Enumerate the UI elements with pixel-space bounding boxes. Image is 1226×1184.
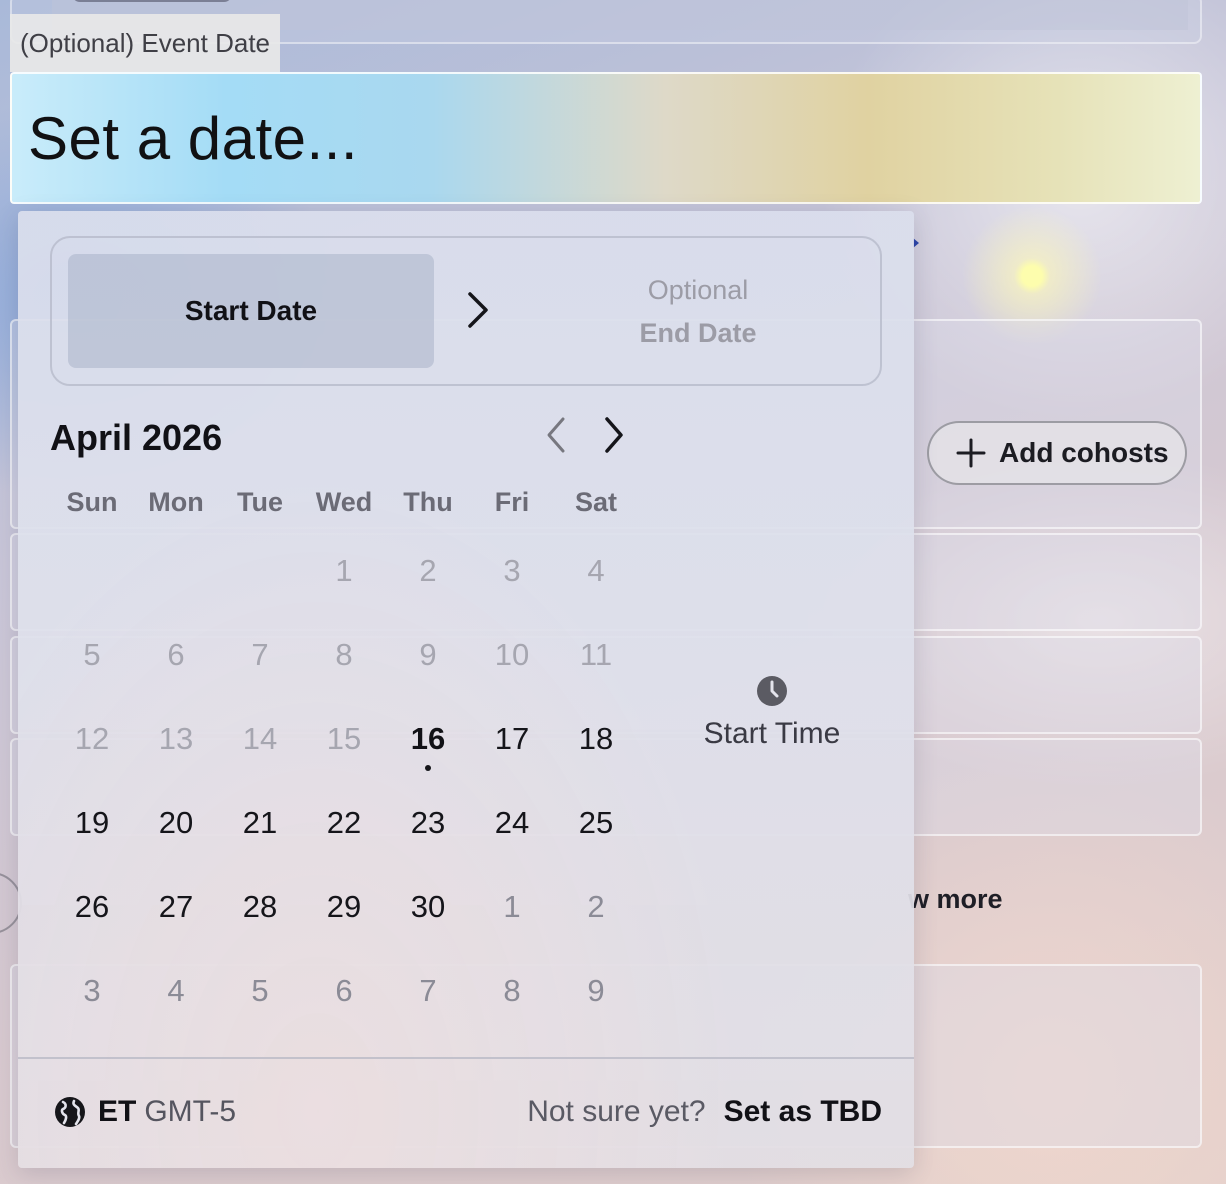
weekday-label: Mon: [148, 487, 204, 517]
calendar-day[interactable]: 26: [50, 865, 134, 949]
calendar-day[interactable]: 27: [134, 865, 218, 949]
timezone-offset: GMT-5: [144, 1095, 237, 1128]
calendar-day-empty: [218, 529, 302, 613]
start-time-label: Start Time: [703, 717, 841, 750]
add-cohosts-label: Add cohosts: [999, 437, 1169, 468]
date-picker-popover: Start Date Optional End Date April 2026 …: [18, 211, 914, 1168]
calendar-day[interactable]: 22: [302, 781, 386, 865]
end-date-label: End Date: [639, 318, 757, 348]
calendar-day: 3: [503, 553, 521, 588]
calendar-day: 12: [74, 721, 110, 756]
end-date-tab[interactable]: Optional End Date: [572, 268, 824, 354]
calendar-day: 1: [335, 553, 353, 588]
show-more-link[interactable]: w more: [908, 884, 1003, 915]
weekday-label: Tue: [237, 487, 283, 517]
calendar-day: 2: [419, 553, 437, 588]
calendar-day: 14: [242, 721, 278, 756]
calendar-day[interactable]: 21: [218, 781, 302, 865]
calendar-day: 4: [167, 973, 185, 1008]
calendar-day: 2: [587, 889, 605, 924]
date-range-selector: Start Date Optional End Date: [50, 236, 882, 386]
calendar-day: 8: [335, 637, 353, 672]
weekday-label: Fri: [494, 487, 530, 517]
calendar-day[interactable]: 24: [470, 781, 554, 865]
calendar-day[interactable]: 17: [470, 697, 554, 781]
tbd-question: Not sure yet?: [527, 1095, 706, 1128]
calendar-day: 13: [158, 721, 194, 756]
date-input[interactable]: Set a date...: [10, 72, 1202, 204]
chevron-right-icon: [464, 288, 494, 337]
calendar-day: 11: [579, 637, 613, 672]
weekday-label: Wed: [315, 487, 373, 517]
calendar-day: 9: [419, 637, 437, 672]
calendar-day: 15: [326, 721, 362, 756]
month-title: April 2026: [50, 417, 223, 458]
calendar-day[interactable]: 23: [386, 781, 470, 865]
calendar-day[interactable]: 29: [302, 865, 386, 949]
globe-icon: [55, 1097, 85, 1127]
chevron-right-icon: [605, 417, 623, 453]
calendar-day: 4: [587, 553, 605, 588]
calendar-day: 3: [83, 973, 101, 1008]
calendar-day: 6: [167, 637, 185, 672]
timezone-selector[interactable]: ET GMT-5: [54, 1095, 236, 1129]
event-date-label: (Optional) Event Date: [10, 14, 281, 72]
end-date-hint: Optional: [647, 275, 749, 305]
plus-icon: [956, 438, 986, 468]
calendar-day: 5: [251, 973, 269, 1008]
calendar-day: 9: [587, 973, 605, 1008]
calendar-day: 1: [503, 889, 521, 924]
calendar-day[interactable]: 28: [218, 865, 302, 949]
add-cohosts-button[interactable]: Add cohosts: [927, 421, 1187, 485]
previous-month-button[interactable]: [538, 415, 574, 455]
calendar-day[interactable]: 19: [50, 781, 134, 865]
calendar-day[interactable]: 25: [554, 781, 638, 865]
weekday-label: Thu: [403, 487, 453, 517]
calendar-day: 7: [251, 637, 269, 672]
weekday-label: Sun: [66, 487, 118, 517]
calendar-day-empty: [50, 529, 134, 613]
calendar-day: 6: [335, 973, 353, 1008]
calendar-day[interactable]: 20: [134, 781, 218, 865]
clock-icon: [757, 676, 787, 706]
calendar-day: 7: [419, 973, 437, 1008]
start-date-tab[interactable]: Start Date: [68, 254, 434, 368]
chevron-left-icon: [547, 417, 565, 453]
calendar-day: 5: [83, 637, 101, 672]
next-month-button[interactable]: [596, 415, 632, 455]
date-picker-footer: ET GMT-5 Not sure yet? Set as TBD: [18, 1057, 914, 1168]
calendar-day[interactable]: 30: [386, 865, 470, 949]
top-option-pill[interactable]: [72, 0, 232, 2]
weekday-label: Sat: [574, 487, 618, 517]
calendar-day-empty: [134, 529, 218, 613]
calendar-day: 10: [494, 637, 530, 672]
timezone-abbr: ET: [98, 1095, 137, 1128]
calendar-day[interactable]: 18: [554, 697, 638, 781]
tbd-row: Not sure yet? Set as TBD: [527, 1095, 882, 1129]
set-as-tbd-button[interactable]: Set as TBD: [724, 1095, 882, 1129]
calendar-day: 8: [503, 973, 521, 1008]
weekday-header: Sun Mon Tue Wed Thu Fri Sat: [50, 487, 638, 518]
start-time-selector[interactable]: Start Time: [688, 675, 856, 751]
calendar-day[interactable]: 16: [386, 697, 470, 781]
calendar-grid: 1 2 3 4 5 6 7 8 9 10 11 12 13 14 15 16 17 18 19 20 21 22 23 24 2…: [50, 529, 638, 1033]
